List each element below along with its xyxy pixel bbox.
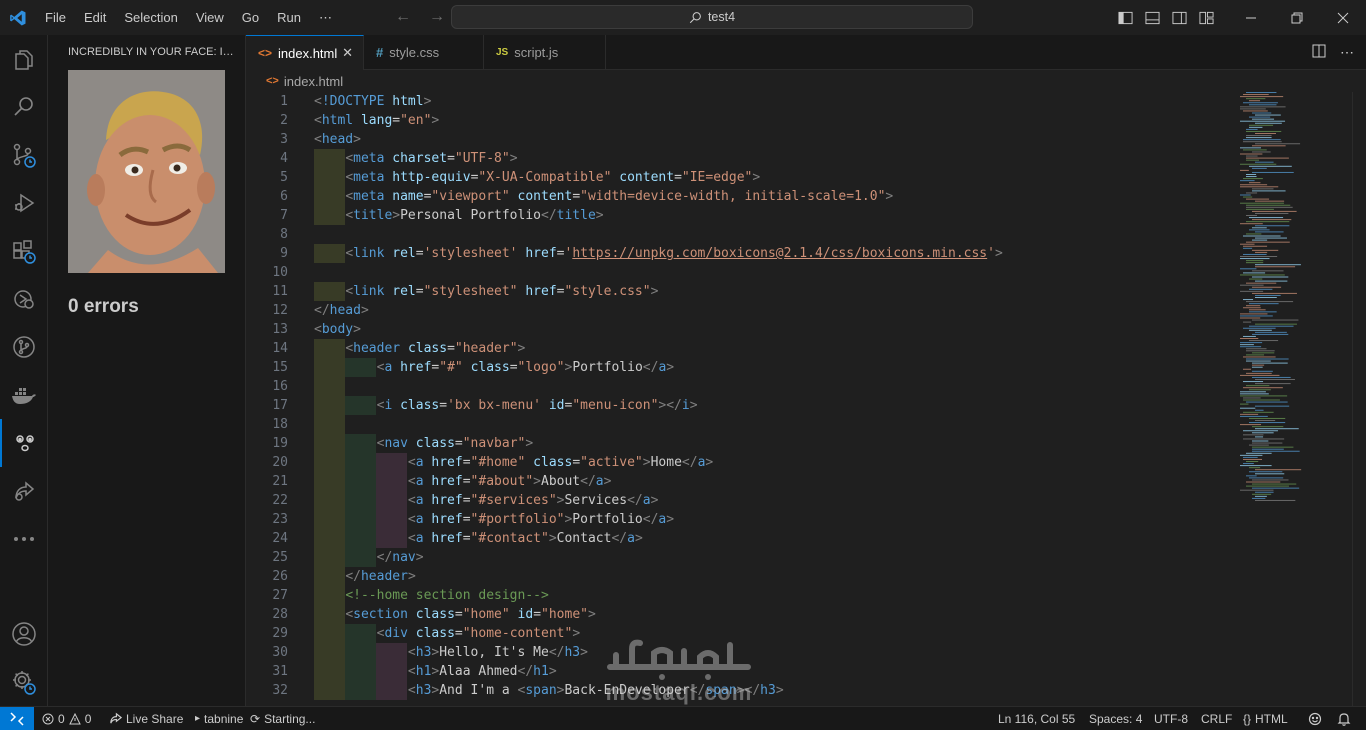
live-share-label: Live Share bbox=[126, 711, 184, 726]
status-bar: 0 0 Live Share ▸ tabnine ⟳ Starting... L… bbox=[0, 706, 1366, 730]
title-bar: File Edit Selection View Go Run ⋯ ← → te… bbox=[0, 0, 1366, 35]
menu-file[interactable]: File bbox=[36, 10, 75, 25]
command-center-search[interactable]: test4 bbox=[451, 5, 973, 29]
vertical-scrollbar[interactable] bbox=[1352, 92, 1366, 706]
more-actions-icon[interactable]: ⋯ bbox=[1340, 44, 1354, 61]
errors-count: 0 errors bbox=[68, 296, 139, 317]
close-tab-icon[interactable]: ✕ bbox=[342, 45, 353, 61]
toggle-primary-sidebar-icon[interactable] bbox=[1112, 11, 1139, 25]
breadcrumb: <> index.html bbox=[246, 70, 1366, 92]
vscode-logo-icon bbox=[0, 0, 36, 35]
tab-script-js[interactable]: JS script.js bbox=[484, 35, 606, 70]
toggle-panel-icon[interactable] bbox=[1139, 11, 1166, 25]
manage-gear-icon[interactable] bbox=[0, 658, 48, 706]
sync-icon: ⟳ bbox=[250, 711, 261, 726]
accounts-icon[interactable] bbox=[0, 610, 48, 658]
error-icon bbox=[42, 713, 54, 724]
menu-view[interactable]: View bbox=[187, 10, 233, 25]
tab-index-html[interactable]: <> index.html ✕ bbox=[246, 35, 364, 70]
extensions-icon[interactable] bbox=[0, 227, 48, 275]
forward-arrow-icon[interactable]: → bbox=[429, 8, 445, 26]
face-image bbox=[68, 70, 225, 273]
menu-edit[interactable]: Edit bbox=[75, 10, 115, 25]
toggle-secondary-sidebar-icon[interactable] bbox=[1166, 11, 1193, 25]
tabnine-status[interactable]: ▸ tabnine bbox=[195, 707, 243, 730]
face-extension-icon[interactable] bbox=[0, 419, 48, 467]
search-view-icon[interactable] bbox=[0, 83, 48, 131]
source-control-icon[interactable] bbox=[0, 131, 48, 179]
tab-label: style.css bbox=[389, 45, 440, 60]
tab-label: script.js bbox=[514, 45, 559, 60]
remote-indicator-icon[interactable] bbox=[0, 707, 34, 730]
indentation[interactable]: Spaces: 4 bbox=[1089, 707, 1142, 730]
live-share-button[interactable]: Live Share bbox=[109, 707, 183, 730]
css-file-icon: # bbox=[376, 45, 384, 60]
minimap[interactable] bbox=[1236, 92, 1354, 512]
menu-bar: File Edit Selection View Go Run ⋯ bbox=[36, 0, 341, 35]
live-share-icon bbox=[110, 712, 122, 724]
mostaql-logo-icon bbox=[607, 639, 751, 680]
breadcrumb-file[interactable]: index.html bbox=[284, 74, 343, 89]
warning-count: 0 bbox=[84, 711, 92, 726]
customize-layout-icon[interactable] bbox=[1193, 11, 1220, 25]
editor-tabs: <> index.html ✕ # style.css JS script.js… bbox=[246, 35, 1366, 70]
sidebar-panel: INCREDIBLY IN YOUR FACE: IN Y... 0 error… bbox=[48, 35, 246, 706]
html-file-icon: <> bbox=[266, 75, 279, 87]
remote-explorer-icon[interactable] bbox=[0, 275, 48, 323]
back-arrow-icon[interactable]: ← bbox=[395, 8, 411, 26]
close-window-icon[interactable] bbox=[1320, 12, 1366, 24]
braces-icon: {} bbox=[1243, 711, 1252, 726]
error-count: 0 bbox=[58, 711, 65, 726]
menu-go[interactable]: Go bbox=[233, 10, 268, 25]
search-icon bbox=[689, 11, 701, 23]
tabnine-icon: ▸ bbox=[195, 713, 201, 724]
encoding[interactable]: UTF-8 bbox=[1154, 707, 1188, 730]
cursor-position[interactable]: Ln 116, Col 55 bbox=[998, 707, 1075, 730]
explorer-icon[interactable] bbox=[0, 36, 48, 84]
git-graph-icon[interactable] bbox=[0, 323, 48, 371]
starting-status: ⟳ Starting... bbox=[250, 707, 315, 730]
activity-bar bbox=[0, 35, 48, 706]
warning-icon bbox=[68, 712, 81, 724]
tab-style-css[interactable]: # style.css bbox=[364, 35, 484, 70]
split-editor-icon[interactable] bbox=[1312, 44, 1326, 61]
html-file-icon: <> bbox=[258, 46, 273, 60]
code-editor[interactable]: 1 <!DOCTYPE html> 2 <html lang="en"> 3 <hea… bbox=[246, 92, 1366, 706]
js-file-icon: JS bbox=[496, 47, 509, 58]
tabnine-label: tabnine bbox=[204, 711, 244, 726]
notifications-bell-icon[interactable] bbox=[1337, 707, 1351, 730]
restore-icon[interactable] bbox=[1274, 12, 1320, 24]
language-label: HTML bbox=[1255, 711, 1288, 726]
search-text: test4 bbox=[707, 10, 736, 24]
tab-label: index.html bbox=[278, 45, 338, 61]
language-mode[interactable]: {} HTML bbox=[1243, 707, 1288, 730]
sidebar-title: INCREDIBLY IN YOUR FACE: IN Y... bbox=[68, 46, 236, 58]
menu-selection[interactable]: Selection bbox=[115, 10, 186, 25]
menu-run[interactable]: Run bbox=[268, 10, 310, 25]
more-views-icon[interactable] bbox=[0, 515, 48, 563]
docker-icon[interactable] bbox=[0, 371, 48, 419]
problems-indicator[interactable]: 0 0 bbox=[42, 707, 91, 730]
feedback-icon[interactable] bbox=[1308, 707, 1322, 730]
minimize-icon[interactable] bbox=[1228, 12, 1274, 24]
end-of-line[interactable]: CRLF bbox=[1201, 707, 1232, 730]
run-debug-icon[interactable] bbox=[0, 179, 48, 227]
live-share-icon[interactable] bbox=[0, 467, 48, 515]
menu-more[interactable]: ⋯ bbox=[310, 10, 341, 26]
starting-label: Starting... bbox=[264, 711, 316, 726]
